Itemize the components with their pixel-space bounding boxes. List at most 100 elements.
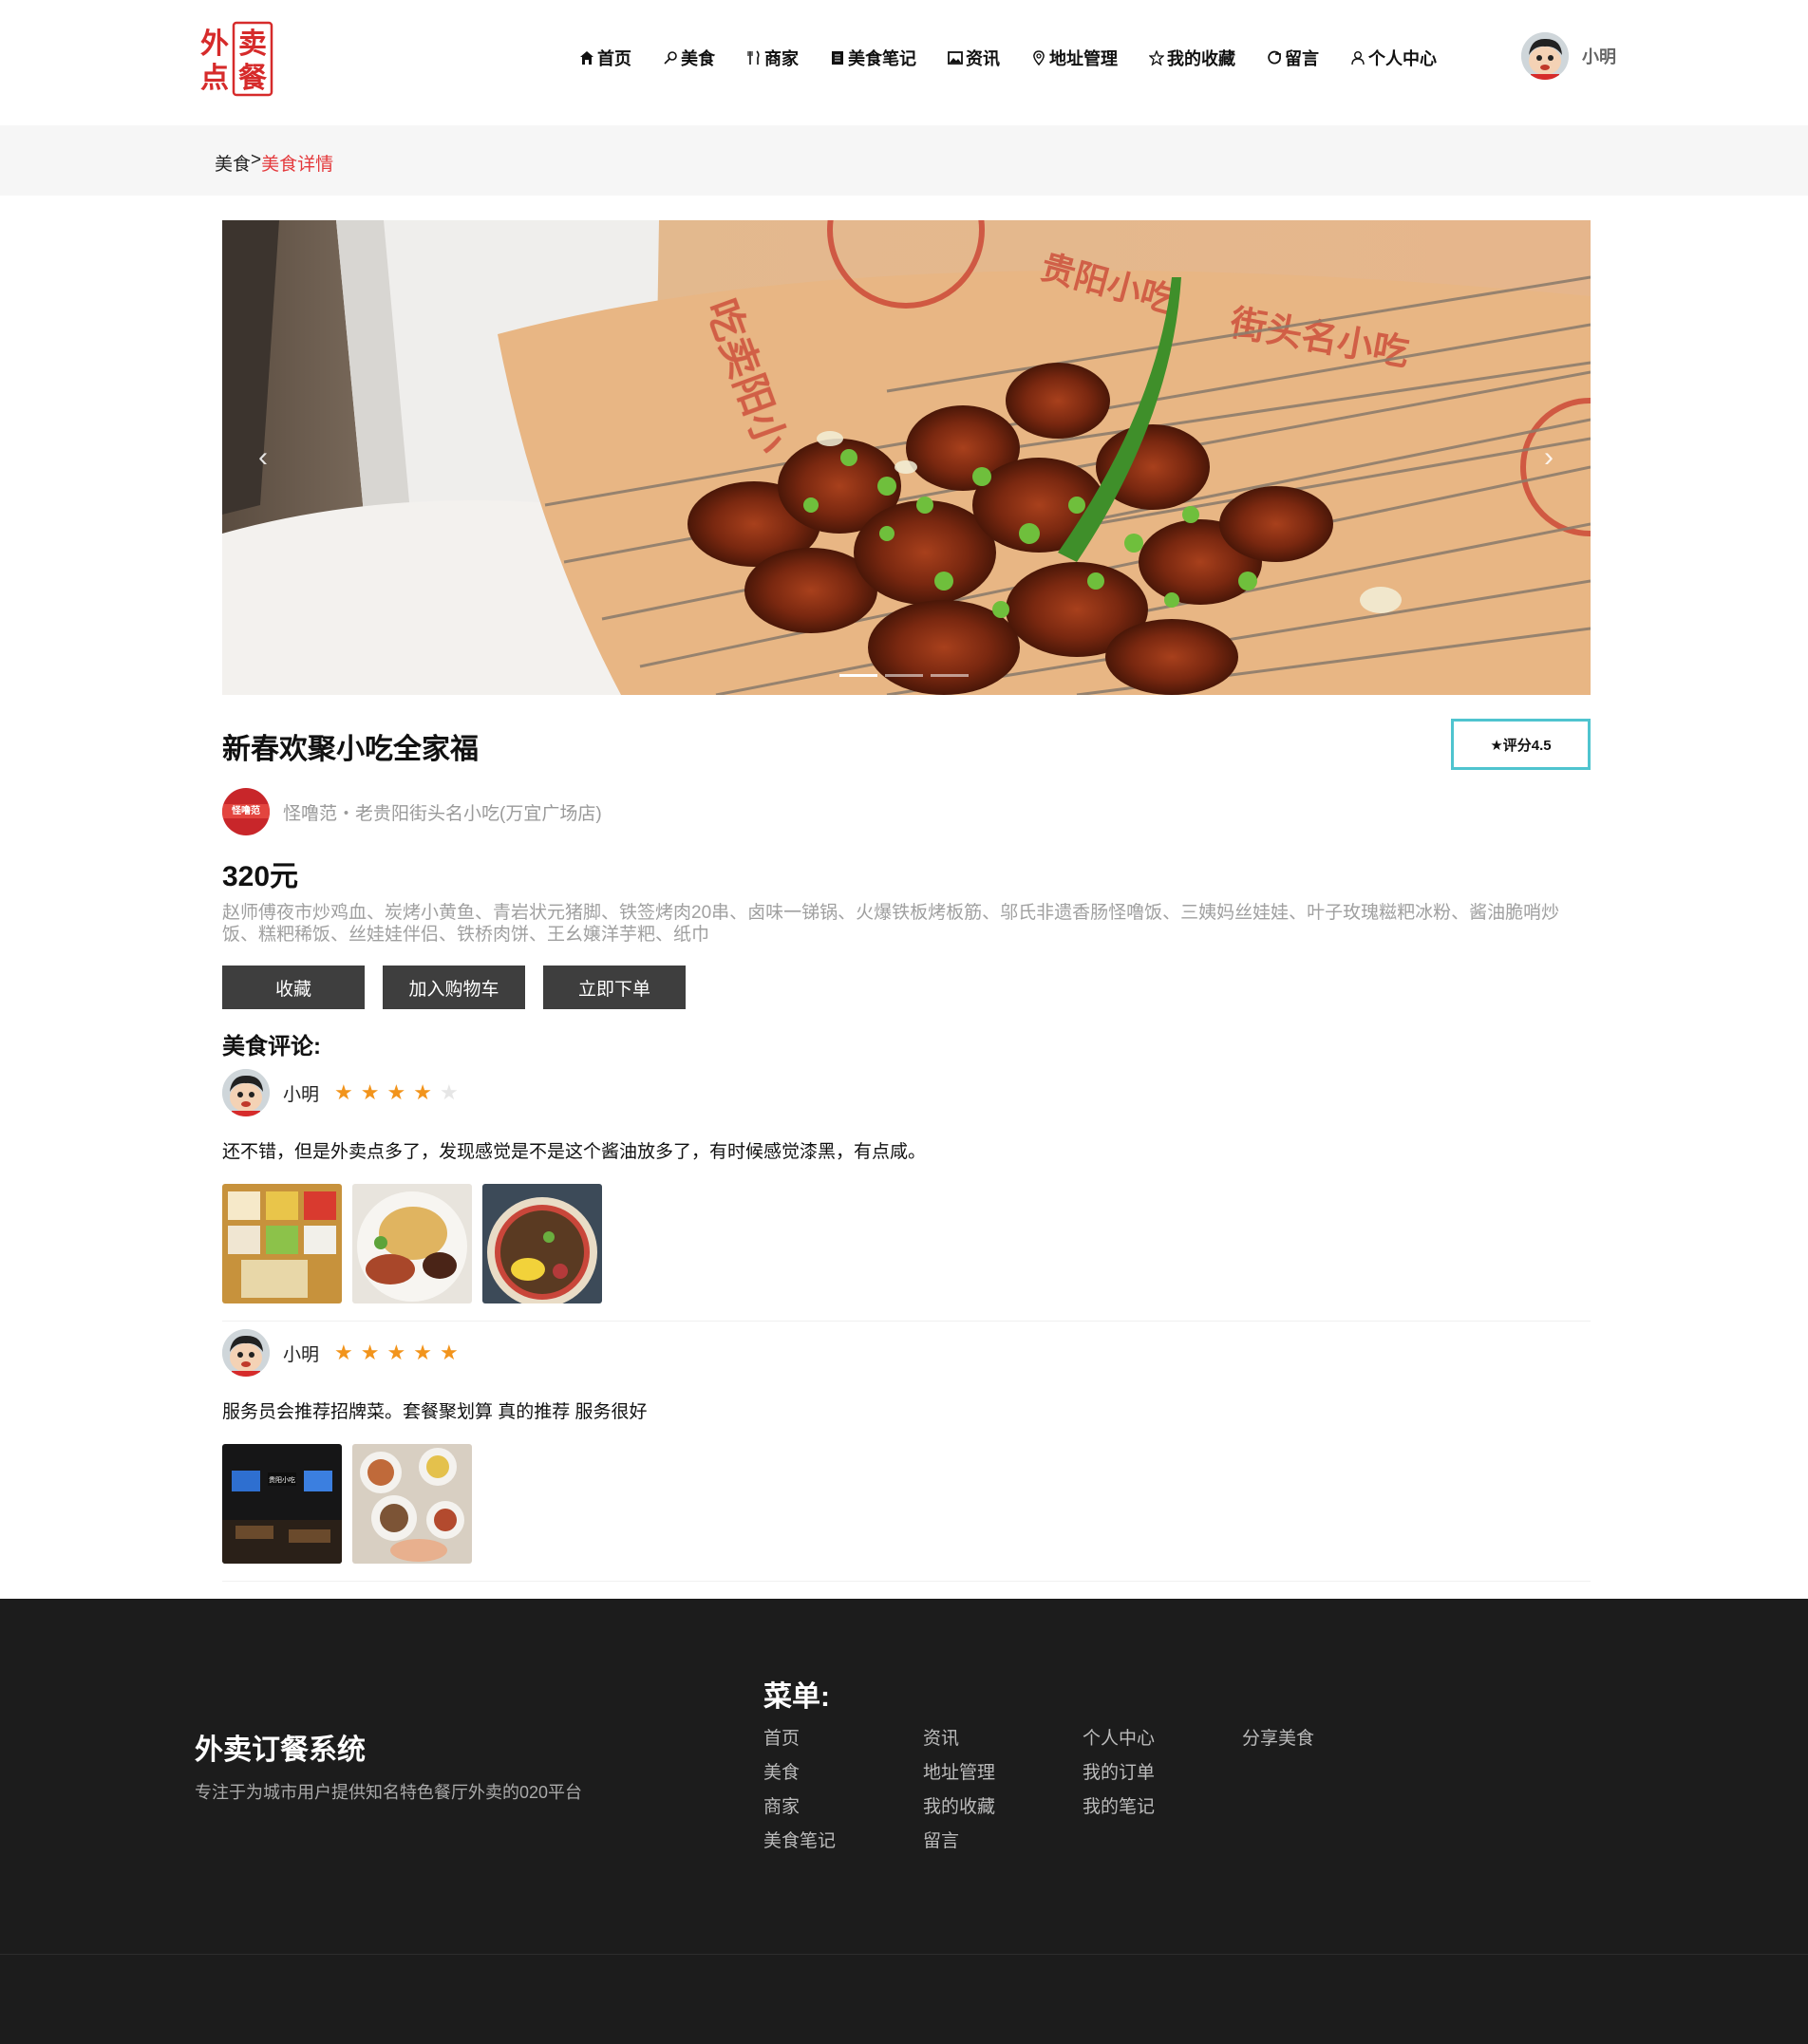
nav-item-7[interactable]: 留言 — [1267, 46, 1319, 70]
nav-item-label: 商家 — [764, 49, 799, 68]
nav-item-5[interactable]: 地址管理 — [1031, 46, 1118, 70]
footer-menu-link[interactable]: 我的笔记 — [1083, 1798, 1155, 1832]
nav-item-label: 我的收藏 — [1167, 49, 1235, 68]
logo-seal-icon: 卖 餐 外 点 — [200, 21, 273, 97]
fork-knife-icon — [746, 50, 762, 66]
footer-menu-link[interactable]: 资讯 — [923, 1730, 995, 1764]
action-buttons: 收藏 加入购物车 立即下单 — [222, 966, 704, 1009]
comment-header: 小明 ★ ★ ★ ★ ★ — [222, 1069, 1591, 1116]
breadcrumb-separator: > — [251, 150, 262, 170]
comment-divider — [222, 1581, 1591, 1582]
carousel-indicators — [839, 674, 969, 677]
product-image-carousel[interactable]: 吃卖阳小 贵阳小吃 街头名小吃 — [222, 220, 1591, 695]
product-description: 赵师傅夜市炒鸡血、炭烤小黄鱼、青岩状元猪脚、铁签烤肉20串、卤味一锑锅、火爆铁板… — [222, 903, 1560, 945]
footer-menu-link[interactable]: 美食 — [763, 1764, 836, 1798]
shop-name[interactable]: 怪噜范・老贵阳街头名小吃(万宜广场店) — [283, 799, 602, 825]
nav-item-label: 地址管理 — [1049, 49, 1118, 68]
nav-item-6[interactable]: 我的收藏 — [1148, 46, 1235, 70]
comment-images — [222, 1184, 1591, 1303]
comment-text: 还不错，但是外卖点多了，发现感觉是不是这个酱油放多了，有时候感觉漆黑，有点咸。 — [222, 1142, 927, 1162]
user-avatar[interactable] — [1521, 32, 1569, 80]
footer-menu-link[interactable]: 地址管理 — [923, 1764, 995, 1798]
nav-item-label: 美食 — [681, 49, 715, 68]
nav-item-label: 美食笔记 — [848, 49, 916, 68]
comment-divider — [222, 1321, 1591, 1322]
carousel-dot[interactable] — [885, 674, 923, 677]
footer-menu-link[interactable]: 我的收藏 — [923, 1798, 995, 1832]
comment-avatar — [222, 1329, 270, 1377]
comment-item: 小明 ★ ★ ★ ★ ★ 服务员会推荐招牌菜。套餐聚划算 真的推荐 服务很好贵阳小吃 — [222, 1329, 1591, 1582]
product-title: 新春欢聚小吃全家福 — [222, 734, 479, 765]
side-dishes-photo[interactable] — [222, 1184, 342, 1303]
nav-item-1[interactable]: 美食 — [663, 46, 715, 70]
shop-info[interactable]: 怪噜范 怪噜范・老贵阳街头名小吃(万宜广场店) — [222, 788, 602, 835]
footer-menu-link[interactable]: 美食笔记 — [763, 1832, 836, 1866]
breadcrumb-current: 美食详情 — [261, 155, 334, 175]
rice-bowl-photo[interactable] — [482, 1184, 602, 1303]
footer-menu-link[interactable]: 商家 — [763, 1798, 836, 1832]
footer: 外卖订餐系统 专注于为城市用户提供知名特色餐厅外卖的020平台 菜单: 首页 美食… — [0, 1599, 1808, 2044]
carousel-prev-button[interactable]: ‹ — [249, 439, 277, 477]
top-header: 卖 餐 外 点 首页 美食 商家 美食笔记 资讯 地址管理 我的收藏 留言 个人中心 小明 — [0, 0, 1808, 125]
nav-item-2[interactable]: 商家 — [746, 46, 799, 70]
comment-user-name: 小明 — [283, 1084, 320, 1105]
star-icon: ★ — [360, 1080, 380, 1104]
nav-item-label: 留言 — [1285, 49, 1319, 68]
user-menu[interactable]: 小明 — [1521, 32, 1616, 80]
nav-item-label: 资讯 — [966, 49, 1000, 68]
restaurant-interior-photo[interactable]: 贵阳小吃 — [222, 1444, 342, 1564]
footer-menu-link[interactable]: 分享美食 — [1242, 1730, 1314, 1764]
breadcrumb-parent[interactable]: 美食 — [215, 150, 251, 176]
product-price: 320元 — [222, 861, 299, 892]
image-icon — [948, 50, 963, 66]
star-icon: ★ — [386, 1341, 406, 1364]
comment-rating: ★ ★ ★ ★ ★ — [334, 1342, 466, 1363]
breadcrumb: 美食 > 美食详情 — [215, 150, 333, 176]
footer-menu-link[interactable]: 个人中心 — [1083, 1730, 1155, 1764]
comment-images: 贵阳小吃 — [222, 1444, 1591, 1564]
rating-badge: ★评分4.5 — [1451, 719, 1591, 770]
star-icon: ★ — [439, 1080, 459, 1104]
star-icon: ★ — [334, 1080, 353, 1104]
star-icon: ★ — [413, 1341, 432, 1364]
carousel-dot[interactable] — [931, 674, 969, 677]
table-dishes-photo[interactable] — [352, 1444, 472, 1564]
shop-logo[interactable]: 怪噜范 — [222, 788, 270, 835]
order-now-button[interactable]: 立即下单 — [543, 966, 686, 1009]
footer-slogan: 专注于为城市用户提供知名特色餐厅外卖的020平台 — [195, 1783, 583, 1802]
favorite-button[interactable]: 收藏 — [222, 966, 365, 1009]
comment-header: 小明 ★ ★ ★ ★ ★ — [222, 1329, 1591, 1377]
comment-avatar — [222, 1069, 270, 1116]
svg-text:卖: 卖 — [238, 28, 267, 61]
nav-item-8[interactable]: 个人中心 — [1350, 46, 1437, 70]
carousel-next-button[interactable]: › — [1535, 439, 1563, 477]
footer-menu-link[interactable]: 留言 — [923, 1832, 995, 1866]
nav-item-4[interactable]: 资讯 — [948, 46, 1000, 70]
star-icon: ★ — [360, 1341, 380, 1364]
star-outline-icon — [1148, 49, 1165, 66]
comment-item: 小明 ★ ★ ★ ★ ★ 还不错，但是外卖点多了，发现感觉是不是这个酱油放多了，有时候感觉漆… — [222, 1069, 1591, 1322]
nav-item-0[interactable]: 首页 — [579, 46, 631, 70]
svg-text:点: 点 — [200, 62, 229, 95]
user-icon — [1350, 50, 1365, 66]
fried-cake-photo[interactable] — [352, 1184, 472, 1303]
footer-menu-link[interactable]: 首页 — [763, 1730, 836, 1764]
nav-item-3[interactable]: 美食笔记 — [830, 46, 916, 70]
add-to-cart-button[interactable]: 加入购物车 — [383, 966, 525, 1009]
breadcrumb-bar: 美食 > 美食详情 — [0, 125, 1808, 196]
star-icon: ★ — [386, 1080, 406, 1104]
user-name[interactable]: 小明 — [1582, 44, 1616, 68]
comments-title: 美食评论: — [222, 1034, 321, 1060]
star-icon: ★ — [439, 1341, 459, 1364]
star-icon: ★ — [334, 1341, 353, 1364]
comment-text: 服务员会推荐招牌菜。套餐聚划算 真的推荐 服务很好 — [222, 1402, 648, 1422]
footer-menu-link[interactable]: 我的订单 — [1083, 1764, 1155, 1798]
location-pin-icon — [1031, 50, 1046, 66]
site-logo[interactable]: 卖 餐 外 点 — [198, 21, 273, 97]
carousel-dot[interactable] — [839, 674, 877, 677]
message-icon — [1267, 50, 1282, 66]
comment-user-name: 小明 — [283, 1344, 320, 1365]
footer-menu-column: 首页 美食 商家 美食笔记 — [763, 1730, 836, 1866]
star-icon: ★ — [413, 1080, 432, 1104]
nav-item-label: 首页 — [597, 49, 631, 68]
